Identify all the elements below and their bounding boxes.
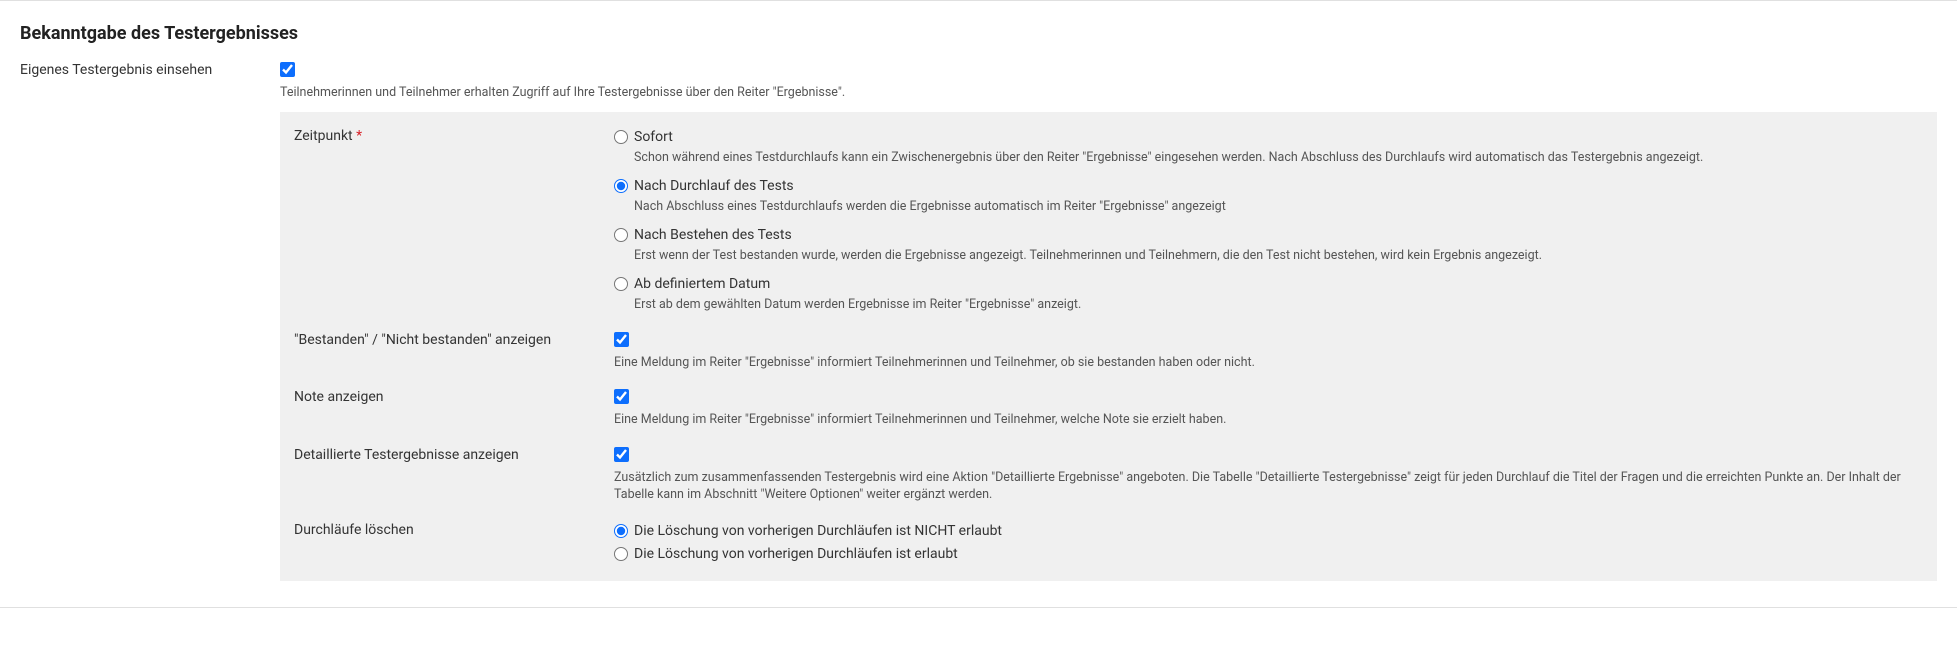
opt-label-nach-bestehen: Nach Bestehen des Tests (634, 226, 1542, 246)
desc-detailed: Zusätzlich zum zusammenfassenden Testerg… (614, 469, 1923, 504)
opt-label-nach-durchlauf: Nach Durchlauf des Tests (634, 177, 1226, 197)
radio-zeitpunkt-nach-bestehen[interactable] (614, 228, 628, 242)
opt-desc-sofort: Schon während eines Testdurchlaufs kann … (634, 149, 1703, 167)
radio-delete-allowed[interactable] (614, 547, 628, 561)
label-detailed: Detaillierte Testergebnisse anzeigen (294, 447, 614, 463)
checkbox-detailed[interactable] (614, 447, 629, 462)
required-mark: * (356, 128, 362, 144)
opt-label-delete-allowed: Die Löschung von vorherigen Durchläufen … (634, 545, 958, 565)
label-zeitpunkt: Zeitpunkt * (294, 128, 614, 144)
radio-zeitpunkt-sofort[interactable] (614, 130, 628, 144)
radio-zeitpunkt-ab-datum[interactable] (614, 277, 628, 291)
desc-own-result: Teilnehmerinnen und Teilnehmer erhalten … (280, 84, 845, 102)
sub-row-bestanden: "Bestanden" / "Nicht bestanden" anzeigen… (294, 332, 1923, 372)
opt-label-ab-datum: Ab definiertem Datum (634, 275, 1081, 295)
sub-row-note: Note anzeigen Eine Meldung im Reiter "Er… (294, 389, 1923, 429)
opt-desc-nach-durchlauf: Nach Abschluss eines Testdurchlaufs werd… (634, 198, 1226, 216)
desc-bestanden: Eine Meldung im Reiter "Ergebnisse" info… (614, 354, 1255, 372)
radio-zeitpunkt-nach-durchlauf[interactable] (614, 179, 628, 193)
opt-desc-ab-datum: Erst ab dem gewählten Datum werden Ergeb… (634, 296, 1081, 314)
label-bestanden: "Bestanden" / "Nicht bestanden" anzeigen (294, 332, 614, 348)
sub-row-detailed: Detaillierte Testergebnisse anzeigen Zus… (294, 447, 1923, 504)
label-zeitpunkt-text: Zeitpunkt (294, 128, 353, 144)
opt-label-sofort: Sofort (634, 128, 1703, 148)
checkbox-bestanden[interactable] (614, 332, 629, 347)
sub-row-zeitpunkt: Zeitpunkt * Sofort Schon während eines T… (294, 128, 1923, 314)
label-note: Note anzeigen (294, 389, 614, 405)
label-own-result: Eigenes Testergebnis einsehen (20, 62, 280, 78)
sub-block-own-result: Zeitpunkt * Sofort Schon während eines T… (280, 112, 1937, 582)
radio-delete-not-allowed[interactable] (614, 524, 628, 538)
opt-desc-nach-bestehen: Erst wenn der Test bestanden wurde, werd… (634, 247, 1542, 265)
row-own-result: Eigenes Testergebnis einsehen Teilnehmer… (20, 62, 1937, 581)
checkbox-note[interactable] (614, 389, 629, 404)
opt-label-delete-not-allowed: Die Löschung von vorherigen Durchläufen … (634, 522, 1002, 542)
sub-row-delete-runs: Durchläufe löschen Die Löschung von vorh… (294, 522, 1923, 565)
desc-note: Eine Meldung im Reiter "Ergebnisse" info… (614, 411, 1226, 429)
checkbox-own-result[interactable] (280, 62, 295, 77)
label-delete-runs: Durchläufe löschen (294, 522, 614, 538)
section-title: Bekanntgabe des Testergebnisses (20, 23, 1937, 44)
